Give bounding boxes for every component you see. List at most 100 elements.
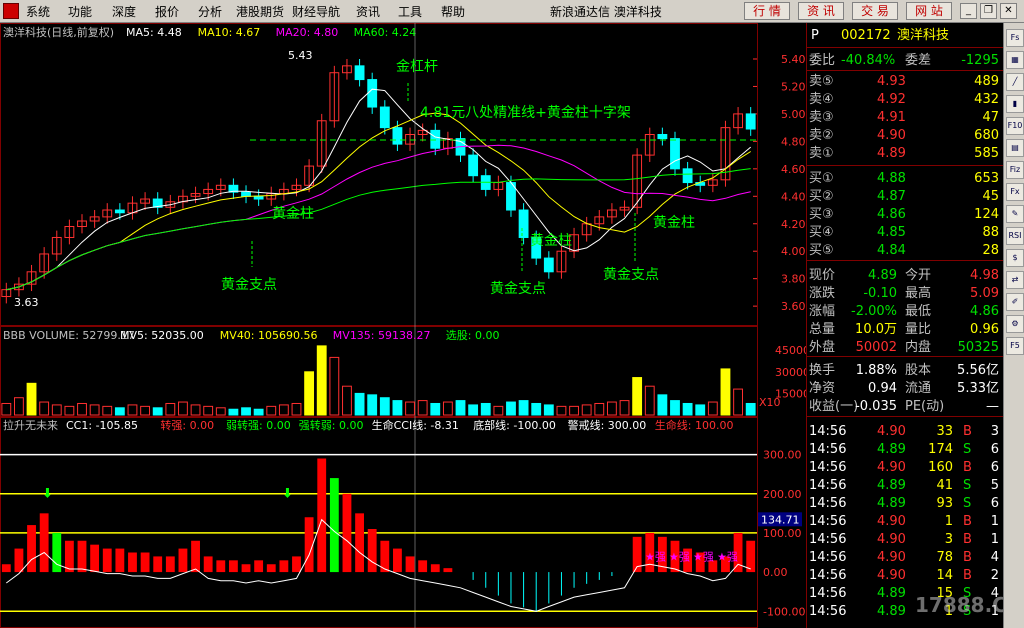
tick-time: 14:56 bbox=[809, 460, 847, 475]
menu-help[interactable]: 帮助 bbox=[441, 3, 465, 20]
tick-count: 6 bbox=[990, 496, 999, 511]
stat-label: 内盘 bbox=[905, 340, 932, 355]
trade-button[interactable]: 交 易 bbox=[852, 2, 898, 20]
grid-icon[interactable]: ▤ bbox=[1006, 139, 1024, 157]
indicator-label: 生命CCI线: -8.31 bbox=[372, 418, 459, 432]
tick-side: B bbox=[963, 514, 972, 529]
menu-finance-nav[interactable]: 财经导航 bbox=[292, 3, 340, 20]
bid-price: 4.86 bbox=[877, 207, 906, 222]
tool-icon[interactable]: ✎ bbox=[1006, 205, 1024, 223]
settings-icon[interactable]: ⚙ bbox=[1006, 315, 1024, 333]
ask-price: 4.92 bbox=[877, 92, 906, 107]
stat-row: 现价 4.89 今开 4.98 bbox=[807, 267, 1003, 285]
candle-body bbox=[379, 106, 390, 129]
volume-bar bbox=[455, 400, 466, 416]
ask-label: 卖③ bbox=[809, 110, 834, 125]
menu-depth[interactable]: 深度 bbox=[112, 3, 136, 20]
panel-divider bbox=[807, 416, 1003, 417]
tick-volume: 33 bbox=[936, 424, 953, 439]
volume-bar bbox=[745, 402, 756, 416]
volume-bar bbox=[51, 404, 62, 416]
volume-bar bbox=[354, 392, 365, 416]
indicator-label: 警戒线: 300.00 bbox=[568, 418, 647, 432]
stat-label: 总量 bbox=[809, 322, 836, 337]
stat-label: 股本 bbox=[905, 363, 932, 378]
menu-function[interactable]: 功能 bbox=[68, 3, 92, 20]
menu-analysis[interactable]: 分析 bbox=[198, 3, 222, 20]
tick-volume: 3 bbox=[944, 532, 953, 547]
stat-value: 4.98 bbox=[970, 268, 999, 283]
line-icon[interactable]: ╱ bbox=[1006, 73, 1024, 91]
menu-quote[interactable]: 报价 bbox=[155, 3, 179, 20]
tick-volume: 78 bbox=[936, 550, 953, 565]
volume-title: BBB VOLUME: 52799.17 bbox=[3, 329, 135, 342]
chart-area[interactable]: 澳洋科技(日线,前复权) MA5: 4.48 MA10: 4.67 MA20: 4.8… bbox=[0, 23, 806, 628]
tick-side: B bbox=[963, 532, 972, 547]
tick-price: 4.90 bbox=[877, 424, 906, 439]
volume-bar bbox=[657, 394, 668, 416]
indicator-label: 底部线: -100.00 bbox=[473, 418, 556, 432]
fx-icon[interactable]: Fx bbox=[1006, 183, 1024, 201]
ask-price: 4.93 bbox=[877, 74, 906, 89]
menu-tools[interactable]: 工具 bbox=[398, 3, 422, 20]
stat-value: — bbox=[986, 399, 999, 414]
fiz-icon[interactable]: Fiz bbox=[1006, 161, 1024, 179]
tick-time: 14:56 bbox=[809, 532, 847, 547]
tick-side: B bbox=[963, 460, 972, 475]
money-icon[interactable]: $ bbox=[1006, 249, 1024, 267]
menu-news[interactable]: 资讯 bbox=[356, 3, 380, 20]
chart-icon[interactable]: ▦ bbox=[1006, 51, 1024, 69]
volume-bar bbox=[64, 405, 75, 416]
website-button[interactable]: 网 站 bbox=[906, 2, 952, 20]
tick-time: 14:56 bbox=[809, 478, 847, 493]
menu-hk-futures[interactable]: 港股期货 bbox=[236, 3, 284, 20]
indicator-tick-label: 100.00 bbox=[763, 527, 802, 540]
cci-bar bbox=[393, 548, 402, 573]
volume-bar bbox=[291, 402, 302, 416]
pen-icon[interactable]: ✐ bbox=[1006, 293, 1024, 311]
tick-side: B bbox=[963, 550, 972, 565]
price-tick-label: 3.60 bbox=[781, 300, 806, 313]
cci-bar bbox=[102, 548, 112, 573]
ask-row: 卖② 4.90 680 bbox=[807, 127, 1003, 145]
close-icon[interactable]: ✕ bbox=[1000, 3, 1017, 19]
menu-system[interactable]: 系统 bbox=[26, 3, 50, 20]
annotation-label: 黄金支点 bbox=[221, 276, 277, 293]
market-button[interactable]: 行 情 bbox=[744, 2, 790, 20]
tick-price: 4.90 bbox=[877, 460, 906, 475]
cci-bar bbox=[317, 458, 327, 573]
tick-row: 14:56 4.90 1 B 1 bbox=[807, 513, 1003, 531]
stat-label: PE(动) bbox=[905, 399, 945, 414]
cci-bar bbox=[241, 564, 251, 573]
stat-label: 量比 bbox=[905, 322, 932, 337]
stat-row: 净资 0.94 流通 5.33亿 bbox=[807, 380, 1003, 398]
ma-label: MA5: 4.48 bbox=[126, 26, 182, 39]
ask-price: 4.89 bbox=[877, 146, 906, 161]
candle-body bbox=[430, 129, 441, 149]
stat-label: 涨跌 bbox=[809, 286, 836, 301]
minimize-icon[interactable]: _ bbox=[960, 3, 977, 19]
down-arrow-icon: ⬇ bbox=[42, 486, 53, 501]
volume-bar bbox=[619, 400, 630, 416]
app-logo-icon bbox=[3, 3, 19, 19]
indicator-label: 弱转强: 0.00 bbox=[226, 418, 291, 432]
annotation-label: 黄金柱 bbox=[653, 214, 695, 231]
f10-icon[interactable]: F10 bbox=[1006, 117, 1024, 135]
bars-icon[interactable]: ▮ bbox=[1006, 95, 1024, 113]
tick-row: 14:56 4.90 33 B 3 bbox=[807, 423, 1003, 441]
volume-label: MV40: 105690.56 bbox=[220, 329, 318, 342]
rsi-icon[interactable]: RSI bbox=[1006, 227, 1024, 245]
indicator-chart-frame bbox=[0, 417, 758, 628]
arrow-icon[interactable]: ⇄ bbox=[1006, 271, 1024, 289]
volume-bar bbox=[367, 394, 378, 416]
stat-value: 5.56亿 bbox=[957, 363, 999, 378]
tick-count: 6 bbox=[990, 460, 999, 475]
fs-icon[interactable]: Fs bbox=[1006, 29, 1024, 47]
volume-bar bbox=[215, 407, 226, 416]
volume-bar bbox=[253, 408, 264, 416]
news-button[interactable]: 资 讯 bbox=[798, 2, 844, 20]
volume-bar bbox=[304, 371, 315, 416]
f5-icon[interactable]: F5 bbox=[1006, 337, 1024, 355]
restore-icon[interactable]: ❐ bbox=[980, 3, 997, 19]
candle-body bbox=[354, 65, 365, 81]
